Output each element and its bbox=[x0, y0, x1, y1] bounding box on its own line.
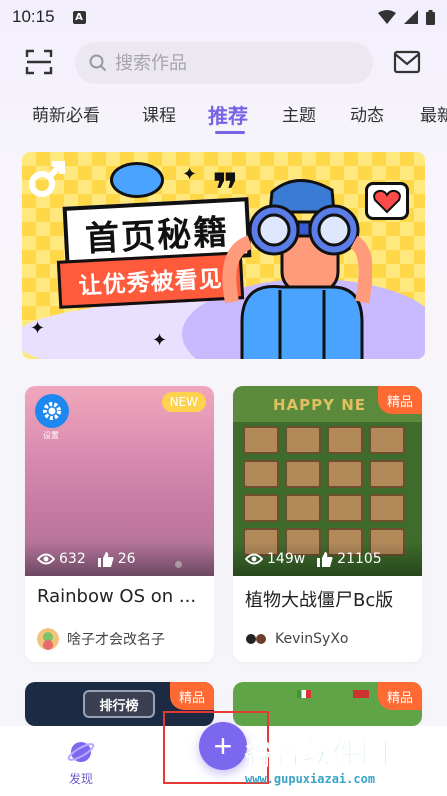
search-bar[interactable] bbox=[75, 42, 373, 84]
card-stats: 632 26 bbox=[25, 542, 214, 576]
banner-subtitle: 让优秀被看见 bbox=[56, 251, 245, 309]
card-thumbnail: 设置 NEW 632 26 bbox=[25, 386, 214, 576]
flag-italy-icon bbox=[297, 690, 311, 698]
sparkle-icon: ✦ bbox=[30, 318, 46, 339]
eye-icon bbox=[37, 553, 55, 565]
project-card[interactable]: 设置 NEW 632 26 Rainbow OS on ... 啥子才会改名子 bbox=[25, 386, 214, 662]
seed-tile bbox=[369, 426, 405, 454]
game-banner-text: HAPPY NE bbox=[273, 396, 367, 414]
planet-icon bbox=[67, 742, 95, 762]
seed-tile bbox=[327, 426, 363, 454]
view-count-value: 149w bbox=[267, 551, 306, 567]
gear-icon bbox=[43, 402, 61, 420]
character-illustration bbox=[222, 179, 372, 359]
card-title: 植物大战僵尸Bc版 bbox=[245, 590, 394, 611]
watermark-url: www.gupuxiazai.com bbox=[245, 772, 376, 786]
mail-icon[interactable] bbox=[393, 50, 421, 74]
search-icon bbox=[89, 54, 107, 72]
like-count-value: 26 bbox=[117, 551, 136, 567]
seed-tile bbox=[285, 426, 321, 454]
wifi-icon bbox=[378, 10, 396, 24]
tab-theme[interactable]: 主题 bbox=[282, 98, 316, 134]
seed-tile bbox=[243, 460, 279, 488]
watermark-text: 谷普软件园 bbox=[245, 737, 391, 771]
card-stats: 149w 21105 bbox=[233, 542, 422, 576]
seed-tile bbox=[327, 494, 363, 522]
heart-bubble bbox=[365, 182, 409, 220]
flag-icon bbox=[353, 690, 369, 698]
tab-course[interactable]: 课程 bbox=[142, 98, 176, 134]
seed-tile bbox=[243, 426, 279, 454]
create-button[interactable]: + bbox=[199, 722, 247, 770]
promo-banner[interactable]: ❞ ✦ ✦ ✦ 首页秘籍 让优秀被看见 bbox=[22, 152, 425, 359]
view-count: 149w bbox=[245, 551, 305, 567]
scan-icon[interactable] bbox=[25, 48, 53, 76]
nav-discover-label: 发现 bbox=[68, 772, 93, 786]
seed-tile bbox=[285, 460, 321, 488]
tab-newbie[interactable]: 萌新必看 bbox=[32, 98, 100, 134]
tab-active-indicator bbox=[215, 131, 245, 134]
gender-symbol-icon bbox=[29, 161, 65, 197]
status-bar: 10:15 A bbox=[0, 0, 447, 34]
seed-tile bbox=[243, 494, 279, 522]
seed-tile bbox=[327, 460, 363, 488]
card-author[interactable]: KevinSyXo bbox=[233, 618, 422, 652]
tab-latest[interactable]: 最新 bbox=[420, 98, 447, 134]
speech-bubble-icon bbox=[110, 162, 164, 198]
author-name: 啥子才会改名子 bbox=[67, 632, 165, 648]
status-indicator: A bbox=[72, 10, 86, 24]
like-count: 21105 bbox=[317, 551, 382, 567]
avatar bbox=[245, 632, 267, 646]
sparkle-icon: ✦ bbox=[152, 330, 168, 351]
like-count-value: 21105 bbox=[337, 551, 382, 567]
settings-app-icon bbox=[35, 394, 69, 428]
thumbs-up-icon bbox=[97, 551, 114, 567]
nav-discover[interactable]: 发现 bbox=[56, 738, 106, 787]
eye-icon bbox=[245, 553, 263, 565]
featured-badge: 精品 bbox=[377, 386, 422, 414]
avatar bbox=[37, 628, 59, 650]
new-badge: NEW bbox=[161, 392, 206, 412]
tab-activity[interactable]: 动态 bbox=[350, 98, 384, 134]
card-author[interactable]: 啥子才会改名子 bbox=[25, 618, 214, 652]
sparkle-icon: ✦ bbox=[182, 164, 198, 185]
featured-badge: 精品 bbox=[377, 682, 422, 710]
seed-tile bbox=[285, 494, 321, 522]
status-time: 10:15 bbox=[12, 7, 55, 26]
signal-icon bbox=[404, 10, 418, 24]
search-input[interactable] bbox=[115, 52, 335, 74]
watermark: 谷普软件园 www.gupuxiazai.com bbox=[245, 732, 445, 792]
project-card[interactable]: HAPPY NE 精品 149w 21105 植物大战僵尸Bc版 KevinSy… bbox=[233, 386, 422, 662]
heart-icon bbox=[373, 189, 401, 214]
top-bar bbox=[0, 40, 447, 86]
tab-recommend[interactable]: 推荐 bbox=[208, 98, 248, 134]
view-count-value: 632 bbox=[59, 551, 86, 567]
seed-tile bbox=[369, 494, 405, 522]
featured-badge: 精品 bbox=[169, 682, 214, 710]
like-count: 26 bbox=[97, 551, 136, 567]
thumbs-up-icon bbox=[317, 551, 333, 567]
game-card-grid bbox=[243, 426, 405, 556]
battery-icon bbox=[426, 9, 435, 25]
seed-tile bbox=[369, 460, 405, 488]
status-icons bbox=[378, 9, 435, 25]
leaderboard-label: 排行榜 bbox=[83, 690, 155, 718]
author-name: KevinSyXo bbox=[275, 631, 349, 647]
app-icon-caption: 设置 bbox=[43, 431, 59, 440]
category-tabs: 萌新必看 课程 推荐 主题 动态 最新 bbox=[0, 98, 447, 138]
card-thumbnail: HAPPY NE 精品 149w 21105 bbox=[233, 386, 422, 576]
view-count: 632 bbox=[37, 551, 86, 567]
card-title: Rainbow OS on ... bbox=[37, 586, 197, 607]
